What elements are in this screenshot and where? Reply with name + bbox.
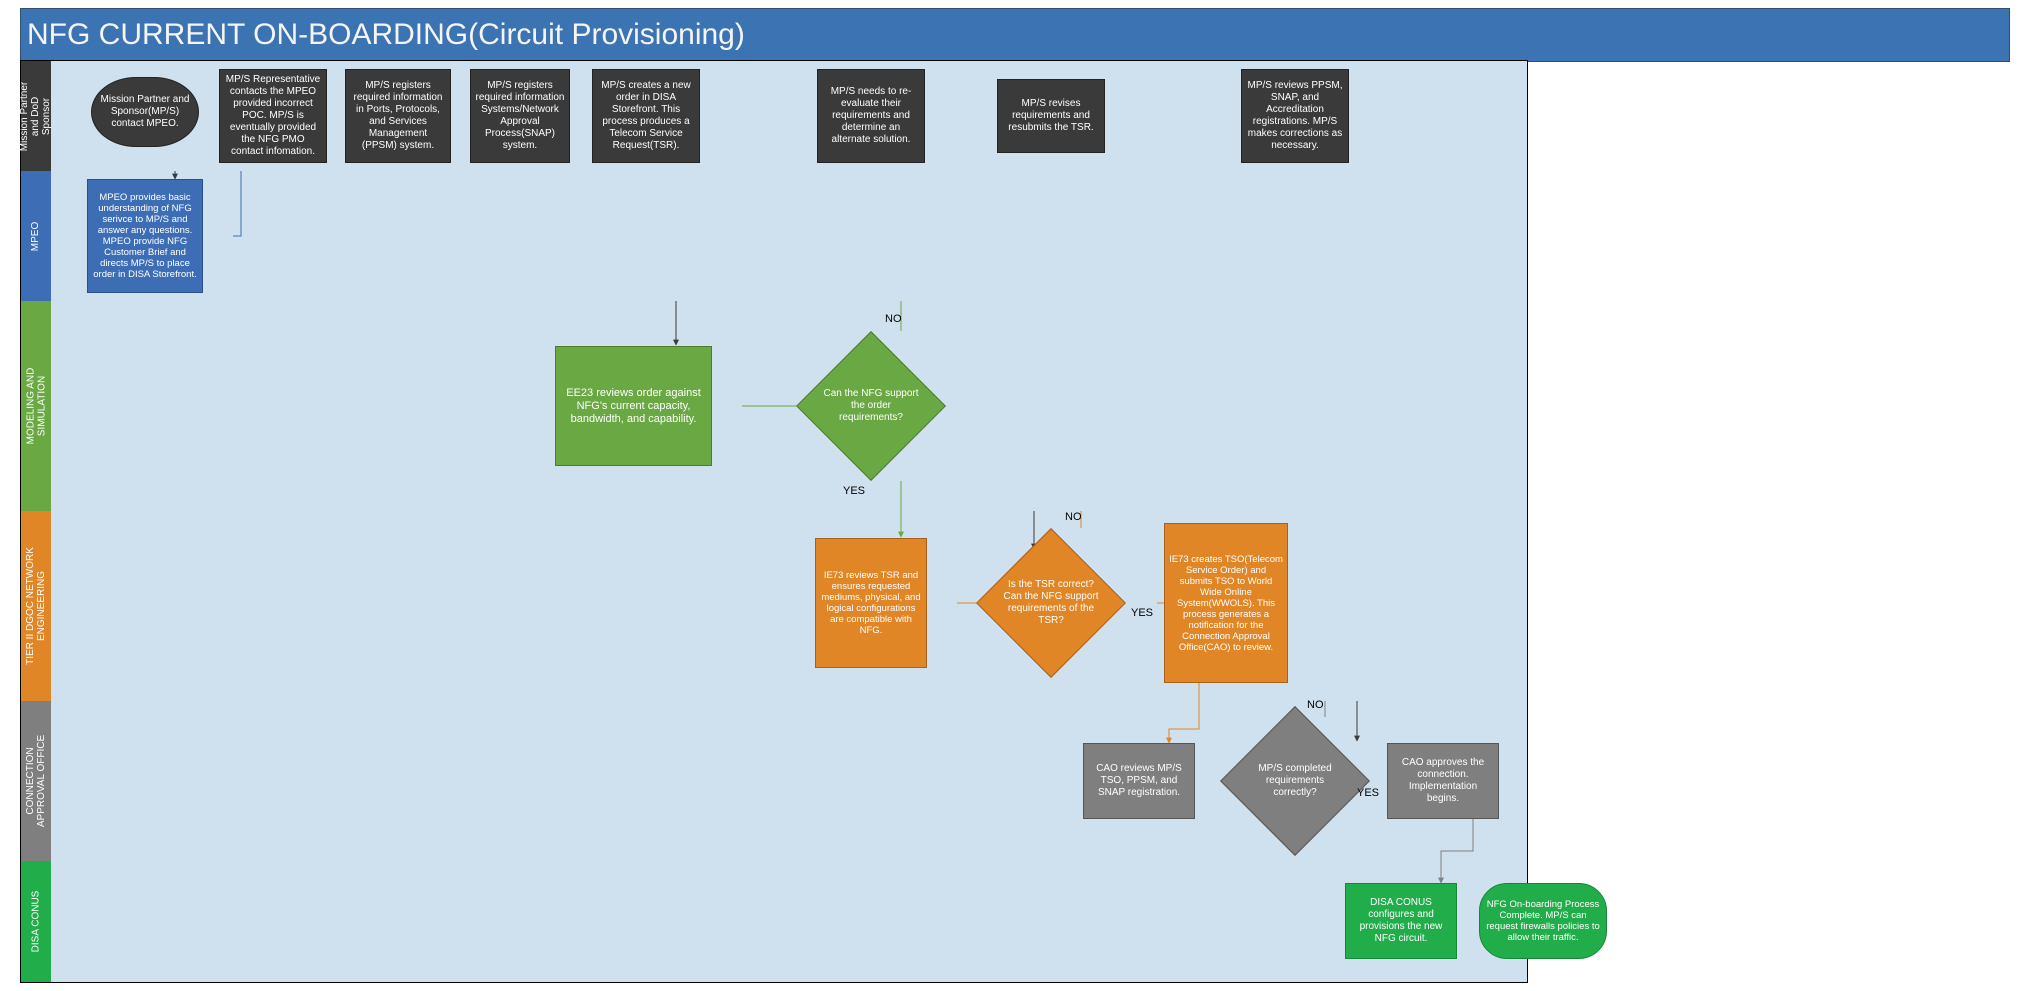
- node-ie73-tso: IE73 creates TSO(Telecom Service Order) …: [1164, 523, 1288, 683]
- decision-tsr-correct: Is the TSR correct? Can the NFG support …: [976, 528, 1126, 678]
- node-mps-snap: MP/S registers required information Syst…: [470, 69, 570, 163]
- decision-nfg-support: Can the NFG support the order requiremen…: [796, 331, 946, 481]
- lane-modeling: MODELING ANDSIMULATION EE23 reviews orde…: [21, 301, 1527, 512]
- decision-req-complete: MP/S completed requirements correctly?: [1220, 706, 1370, 856]
- swimlane-diagram: NFG CURRENT ON-BOARDING(Circuit Provisio…: [0, 0, 2030, 991]
- node-mps-reeval: MP/S needs to re-evaluate their requirem…: [817, 69, 925, 163]
- swimlane-container: Mission Partnerand DoDSponsor: [20, 60, 1528, 983]
- lane-header-mpeo: MPEO: [21, 171, 51, 301]
- node-disa-provision: DISA CONUS configures and provisions the…: [1345, 883, 1457, 959]
- node-mps-wrong-poc: MP/S Representative contacts the MPEO pr…: [219, 69, 327, 163]
- lane-header-modeling: MODELING ANDSIMULATION: [21, 301, 51, 511]
- lane-mission-partner: Mission Partnerand DoDSponsor: [21, 61, 1527, 172]
- node-start-contact-mpeo: Mission Partner and Sponsor(MP/S) contac…: [91, 77, 199, 147]
- node-mps-tsr: MP/S creates a new order in DISA Storefr…: [592, 69, 700, 163]
- lane-mpeo: MPEO MPEO provides basic understanding o…: [21, 171, 1527, 302]
- node-cao-review: CAO reviews MP/S TSO, PPSM, and SNAP reg…: [1083, 743, 1195, 819]
- lane-header-network-eng: TIER II DGOC NETWORKENGINEERING: [21, 511, 51, 701]
- label-no-1: NO: [885, 313, 902, 325]
- lane-cao: CONNECTIONAPPROVAL OFFICE CAO revie: [21, 701, 1527, 862]
- diagram-title: NFG CURRENT ON-BOARDING(Circuit Provisio…: [20, 8, 2010, 62]
- node-mps-ppsm: MP/S registers required information in P…: [345, 69, 451, 163]
- lane-header-disa-conus: DISA CONUS: [21, 861, 51, 982]
- label-yes-1: YES: [843, 485, 865, 497]
- node-ie73-review: IE73 reviews TSR and ensures requested m…: [815, 538, 927, 668]
- lane-network-eng: TIER II DGOC NETWORKENGINEERING IE7: [21, 511, 1527, 702]
- label-yes-3: YES: [1357, 787, 1379, 799]
- node-mpeo-brief: MPEO provides basic understanding of NFG…: [87, 179, 203, 293]
- node-end-complete: NFG On-boarding Process Complete. MP/S c…: [1479, 883, 1607, 959]
- node-mps-review-reg: MP/S reviews PPSM, SNAP, and Accreditati…: [1241, 69, 1349, 163]
- label-no-2: NO: [1065, 511, 1082, 523]
- label-no-3: NO: [1307, 699, 1324, 711]
- node-cao-approve: CAO approves the connection. Implementat…: [1387, 743, 1499, 819]
- lane-disa-conus: DISA CONUS DISA CONUS configures and pro…: [21, 861, 1527, 982]
- lane-header-cao: CONNECTIONAPPROVAL OFFICE: [21, 701, 51, 861]
- node-mps-revise: MP/S revises requirements and resubmits …: [997, 79, 1105, 153]
- lane-header-mission-partner: Mission Partnerand DoDSponsor: [21, 61, 51, 171]
- label-yes-2: YES: [1131, 607, 1153, 619]
- node-ee23-review: EE23 reviews order against NFG's current…: [555, 346, 712, 466]
